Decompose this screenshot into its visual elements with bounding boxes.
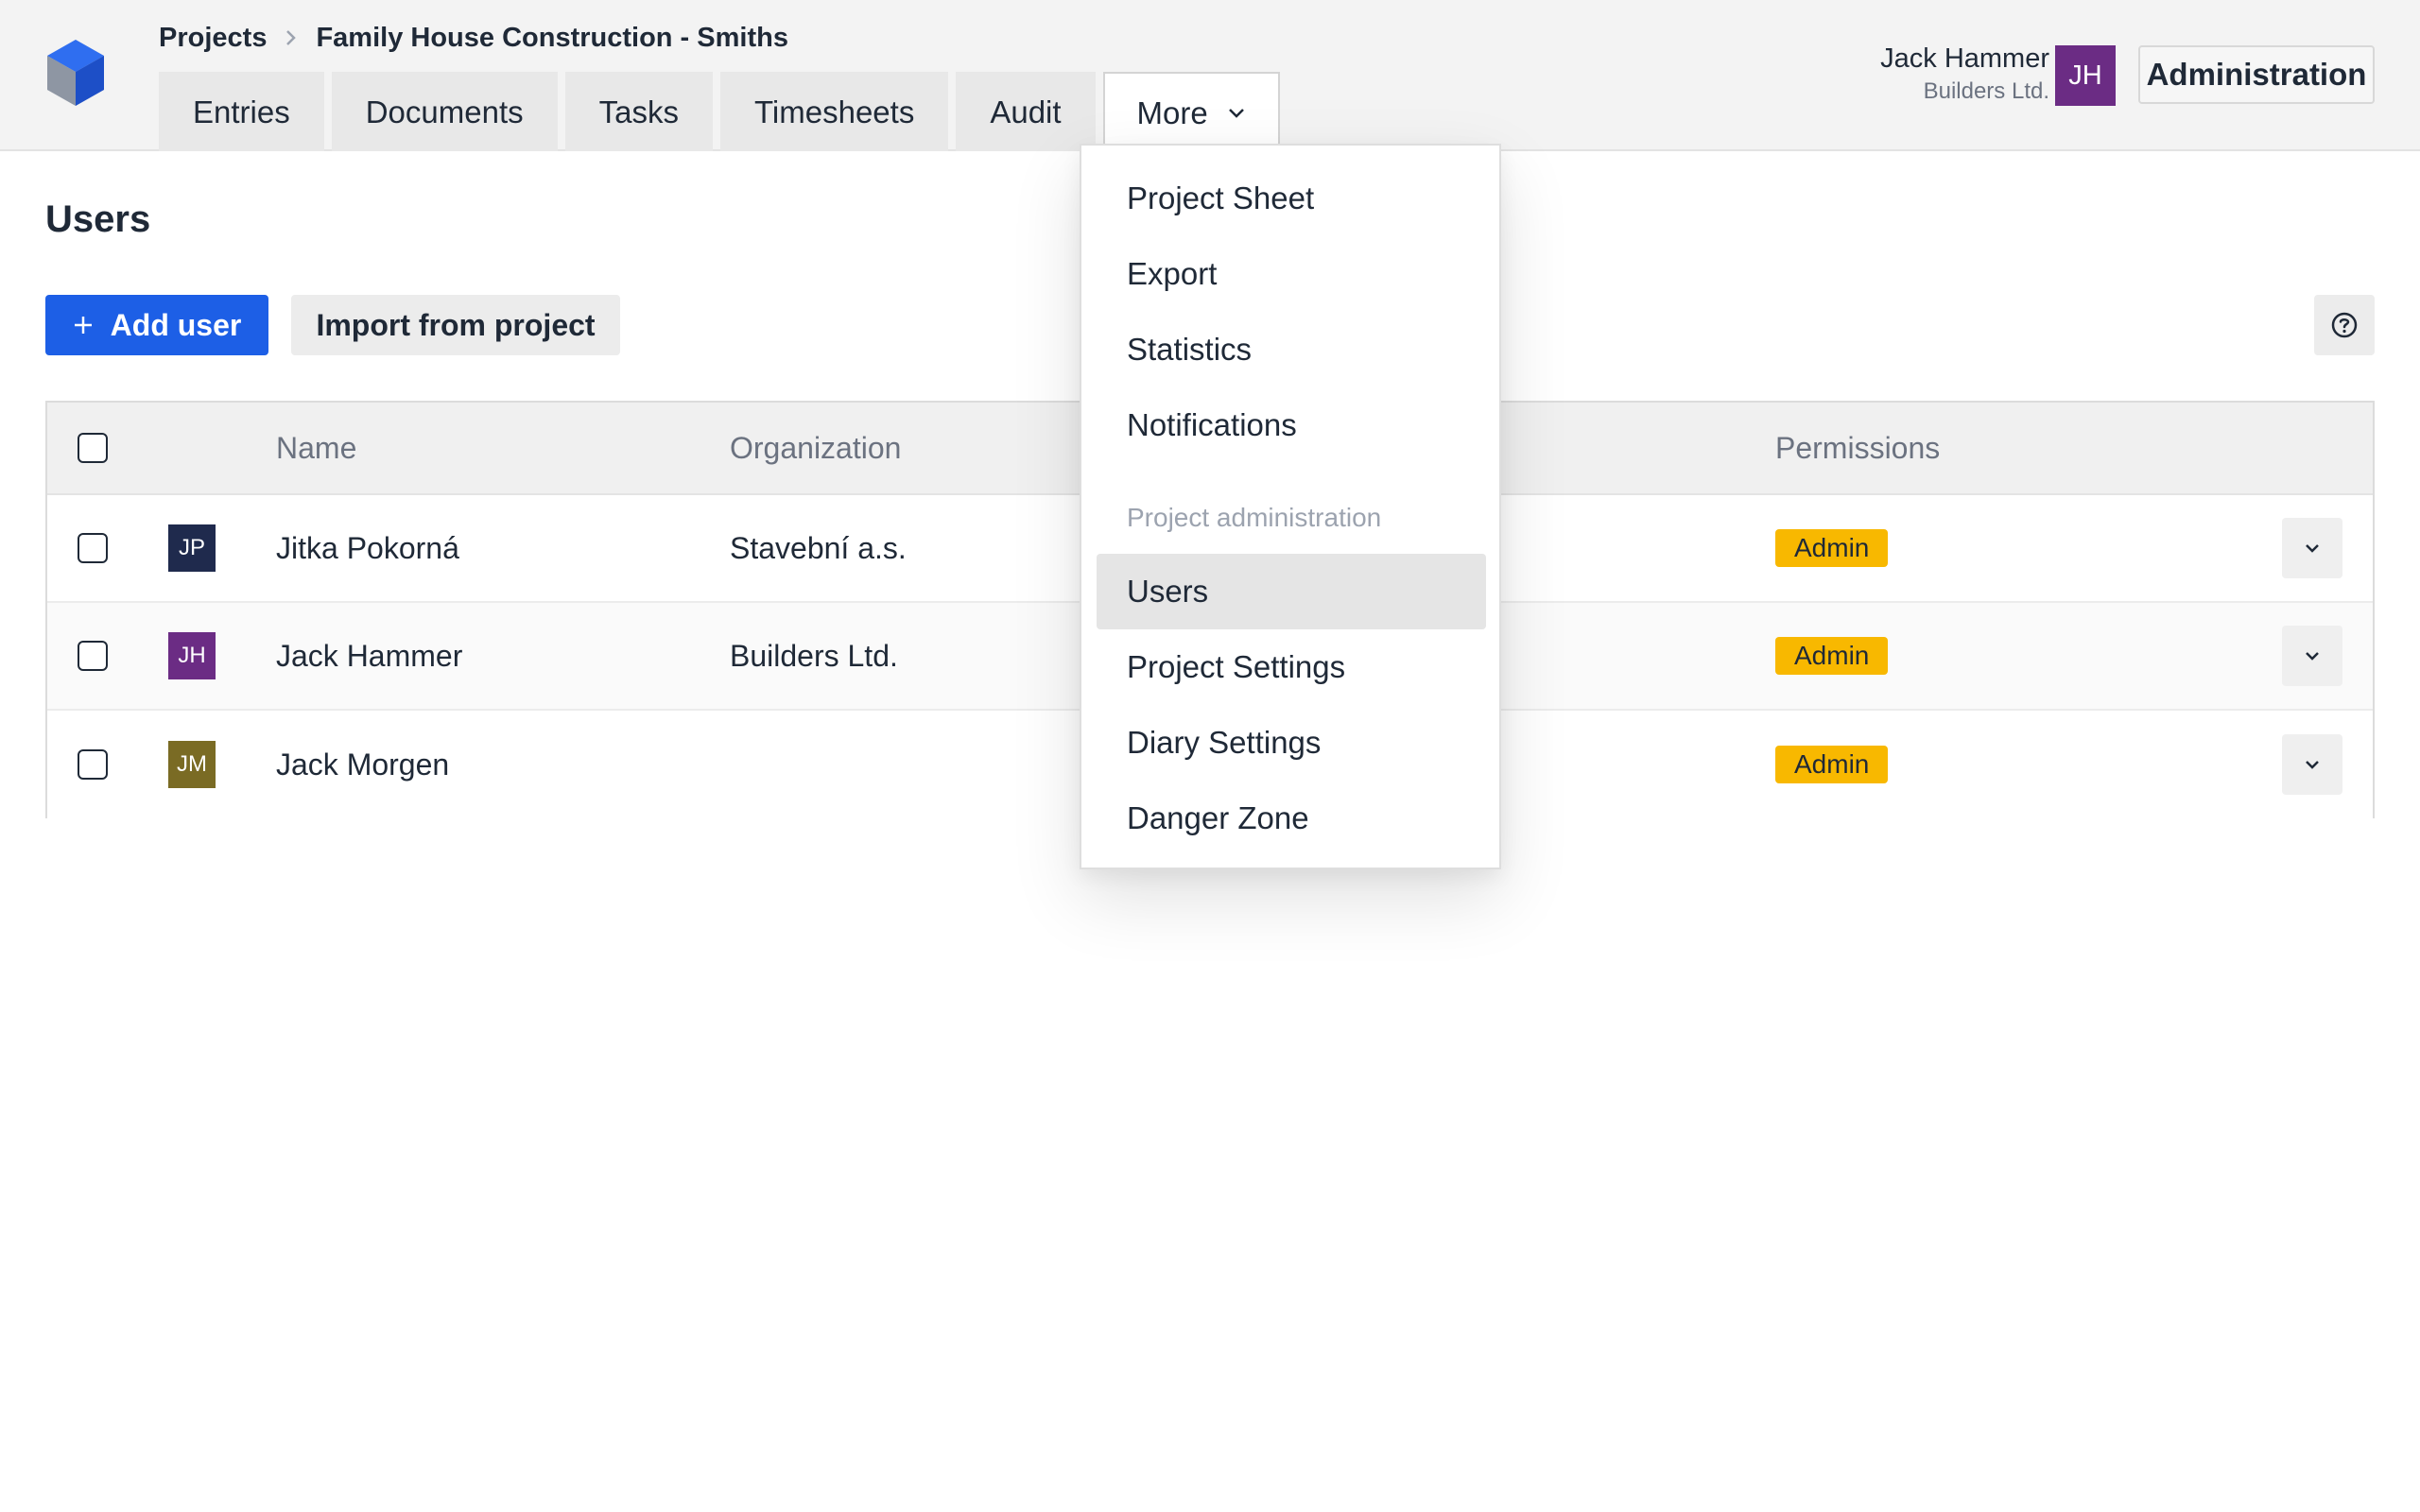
row-actions-button[interactable]	[2282, 734, 2342, 795]
plus-icon	[74, 317, 92, 334]
import-from-project-button[interactable]: Import from project	[291, 295, 620, 355]
project-nav-tabs: Entries Documents Tasks Timesheets Audit…	[159, 72, 1280, 153]
breadcrumb-current-project[interactable]: Family House Construction - Smiths	[316, 23, 788, 54]
menu-item-project-sheet[interactable]: Project Sheet	[1097, 161, 1486, 236]
current-user-name: Jack Hammer	[1880, 43, 2049, 74]
row-checkbox[interactable]	[78, 533, 108, 563]
column-header-permissions[interactable]: Permissions	[1775, 403, 1940, 493]
avatar[interactable]: JH	[2055, 45, 2116, 106]
tab-audit[interactable]: Audit	[956, 72, 1096, 151]
chevron-down-icon	[2306, 652, 2319, 661]
row-actions-button[interactable]	[2282, 518, 2342, 578]
menu-item-project-settings[interactable]: Project Settings	[1097, 629, 1486, 705]
menu-section-label: Project administration	[1127, 503, 1382, 532]
user-name: Jack Hammer	[276, 638, 463, 673]
cube-logo-icon[interactable]	[43, 38, 108, 108]
column-header-organization[interactable]: Organization	[730, 403, 901, 493]
menu-item-statistics[interactable]: Statistics	[1097, 312, 1486, 387]
breadcrumb-projects-link[interactable]: Projects	[159, 23, 267, 54]
tab-more-label: More	[1136, 95, 1208, 130]
tab-timesheets[interactable]: Timesheets	[719, 72, 949, 151]
current-user-org: Builders Ltd.	[1923, 78, 2049, 104]
column-header-name[interactable]: Name	[276, 403, 356, 493]
user-name: Jack Morgen	[276, 747, 450, 782]
tab-tasks[interactable]: Tasks	[564, 72, 713, 151]
menu-item-users[interactable]: Users	[1097, 554, 1486, 629]
menu-item-notifications[interactable]: Notifications	[1097, 387, 1486, 463]
help-button[interactable]	[2314, 295, 2375, 355]
chevron-right-icon	[284, 28, 299, 47]
add-user-button[interactable]: Add user	[45, 295, 268, 355]
tab-documents[interactable]: Documents	[331, 72, 558, 151]
menu-item-diary-settings[interactable]: Diary Settings	[1097, 705, 1486, 781]
more-dropdown-menu: Project Sheet Export Statistics Notifica…	[1080, 144, 1501, 869]
administration-button[interactable]: Administration	[2138, 45, 2375, 104]
select-all-checkbox[interactable]	[78, 433, 108, 463]
status-badge: Admin	[1775, 529, 1889, 567]
user-organization: Stavební a.s.	[730, 530, 907, 565]
avatar: JH	[168, 632, 216, 679]
avatar: JM	[168, 741, 216, 788]
user-name: Jitka Pokorná	[276, 530, 459, 565]
chevron-down-icon	[2306, 544, 2319, 553]
row-checkbox[interactable]	[78, 749, 108, 780]
question-circle-icon	[2331, 312, 2358, 338]
menu-item-danger-zone[interactable]: Danger Zone	[1097, 781, 1486, 856]
current-user-info: Jack Hammer Builders Ltd.	[1880, 42, 2049, 108]
user-organization: Builders Ltd.	[730, 638, 898, 673]
status-badge: Admin	[1775, 746, 1889, 783]
chevron-down-icon	[1228, 109, 1244, 118]
menu-item-export[interactable]: Export	[1097, 236, 1486, 312]
add-user-label: Add user	[110, 307, 242, 342]
row-actions-button[interactable]	[2282, 626, 2342, 686]
page-title: Users	[45, 198, 151, 240]
row-checkbox[interactable]	[78, 641, 108, 671]
tab-entries[interactable]: Entries	[159, 72, 324, 151]
avatar: JP	[168, 524, 216, 572]
chevron-down-icon	[2306, 761, 2319, 769]
status-badge: Admin	[1775, 637, 1889, 675]
breadcrumb: Projects Family House Construction - Smi…	[159, 19, 788, 57]
top-bar: Projects Family House Construction - Smi…	[0, 0, 2420, 153]
tab-more[interactable]: More	[1102, 72, 1280, 153]
